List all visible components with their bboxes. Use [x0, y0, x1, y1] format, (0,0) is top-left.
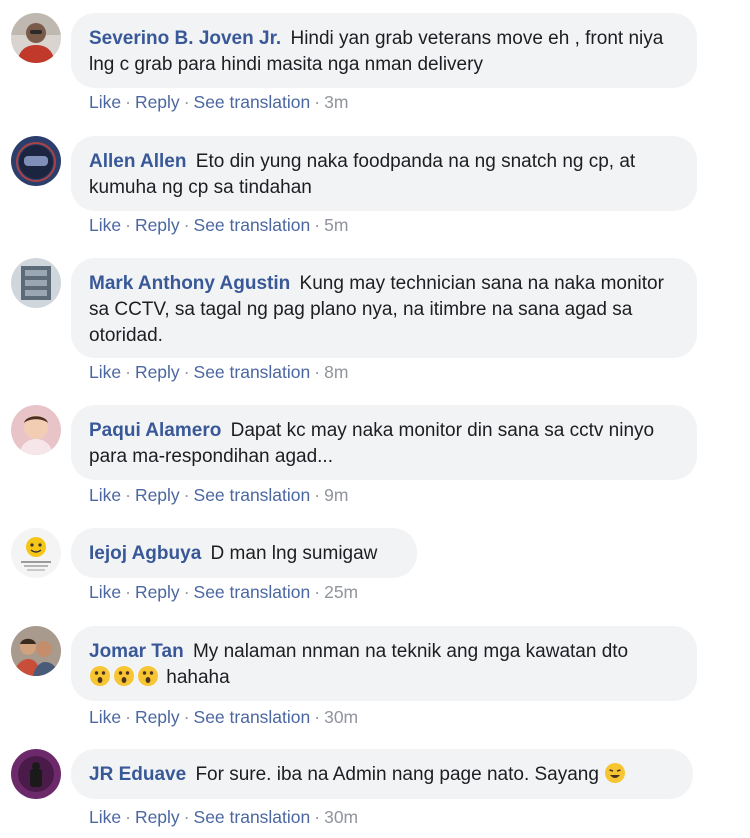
comment-timestamp[interactable]: 9m — [324, 485, 348, 505]
comment-author[interactable]: Iejoj Agbuya — [89, 543, 201, 564]
helmet-avatar-icon — [11, 136, 61, 186]
baby-photo-avatar-icon — [11, 405, 61, 455]
reply-button[interactable]: Reply — [135, 707, 180, 727]
like-button[interactable]: Like — [89, 215, 121, 235]
comment-bubble: Severino B. Joven Jr. Hindi yan grab vet… — [71, 13, 697, 88]
avatar[interactable] — [11, 13, 61, 63]
comment-actions: Like · Reply · See translation · 30m — [89, 707, 359, 727]
person-in-red-shirt-avatar-icon — [11, 13, 61, 63]
equipment-avatar-icon — [11, 258, 61, 308]
like-button[interactable]: Like — [89, 807, 121, 827]
reply-button[interactable]: Reply — [135, 362, 180, 382]
comment-actions: Like · Reply · See translation · 3m — [89, 92, 349, 112]
emoji-logo-avatar-icon — [11, 528, 61, 578]
reply-button[interactable]: Reply — [135, 215, 180, 235]
comment-text: For sure. iba na Admin nang page nato. S… — [195, 764, 599, 785]
comment-actions: Like · Reply · See translation · 25m — [89, 582, 359, 602]
avatar[interactable] — [11, 136, 61, 186]
astonished-face-emoji-icon — [137, 665, 159, 687]
purple-figure-avatar-icon — [11, 749, 61, 799]
comment-timestamp[interactable]: 30m — [324, 807, 358, 827]
comment-timestamp[interactable]: 8m — [324, 362, 348, 382]
comment-actions: Like · Reply · See translation · 5m — [89, 215, 349, 235]
see-translation-button[interactable]: See translation — [194, 362, 311, 382]
comment-author[interactable]: Severino B. Joven Jr. — [89, 28, 281, 49]
comment-timestamp[interactable]: 25m — [324, 582, 358, 602]
see-translation-button[interactable]: See translation — [194, 707, 311, 727]
see-translation-button[interactable]: See translation — [194, 582, 311, 602]
comment-bubble: Mark Anthony Agustin Kung may technician… — [71, 258, 697, 358]
comment-timestamp[interactable]: 3m — [324, 92, 348, 112]
comment-bubble: Paqui Alamero Dapat kc may naka monitor … — [71, 405, 697, 480]
avatar[interactable] — [11, 258, 61, 308]
comment-text: D man lng sumigaw — [210, 543, 378, 564]
reply-button[interactable]: Reply — [135, 92, 180, 112]
comment-bubble: Jomar Tan My nalaman nnman na teknik ang… — [71, 626, 697, 701]
comment-bubble: Iejoj Agbuya D man lng sumigaw — [71, 528, 417, 578]
comment-text-suffix: hahaha — [166, 667, 230, 688]
astonished-face-emoji-icon — [89, 665, 111, 687]
see-translation-button[interactable]: See translation — [194, 807, 311, 827]
like-button[interactable]: Like — [89, 582, 121, 602]
avatar[interactable] — [11, 405, 61, 455]
avatar[interactable] — [11, 749, 61, 799]
comment-actions: Like · Reply · See translation · 9m — [89, 485, 349, 505]
reply-button[interactable]: Reply — [135, 582, 180, 602]
comment-text: My nalaman nnman na teknik ang mga kawat… — [192, 641, 629, 662]
see-translation-button[interactable]: See translation — [194, 215, 311, 235]
reply-button[interactable]: Reply — [135, 485, 180, 505]
like-button[interactable]: Like — [89, 707, 121, 727]
see-translation-button[interactable]: See translation — [194, 92, 311, 112]
reply-button[interactable]: Reply — [135, 807, 180, 827]
comment-author[interactable]: Allen Allen — [89, 151, 186, 172]
avatar[interactable] — [11, 528, 61, 578]
like-button[interactable]: Like — [89, 362, 121, 382]
comment-timestamp[interactable]: 5m — [324, 215, 348, 235]
group-photo-avatar-icon — [11, 626, 61, 676]
comment-actions: Like · Reply · See translation · 8m — [89, 362, 349, 382]
comment-bubble: Allen Allen Eto din yung naka foodpanda … — [71, 136, 697, 211]
comment-timestamp[interactable]: 30m — [324, 707, 358, 727]
comment-author[interactable]: Paqui Alamero — [89, 420, 221, 441]
comment-bubble: JR Eduave For sure. iba na Admin nang pa… — [71, 749, 693, 799]
like-button[interactable]: Like — [89, 485, 121, 505]
like-button[interactable]: Like — [89, 92, 121, 112]
comment-author[interactable]: Jomar Tan — [89, 641, 184, 662]
astonished-face-emoji-icon — [113, 665, 135, 687]
weary-face-emoji-icon — [604, 762, 626, 784]
see-translation-button[interactable]: See translation — [194, 485, 311, 505]
comment-actions: Like · Reply · See translation · 30m — [89, 807, 359, 827]
comment-author[interactable]: JR Eduave — [89, 764, 186, 785]
comment-author[interactable]: Mark Anthony Agustin — [89, 273, 290, 294]
avatar[interactable] — [11, 626, 61, 676]
